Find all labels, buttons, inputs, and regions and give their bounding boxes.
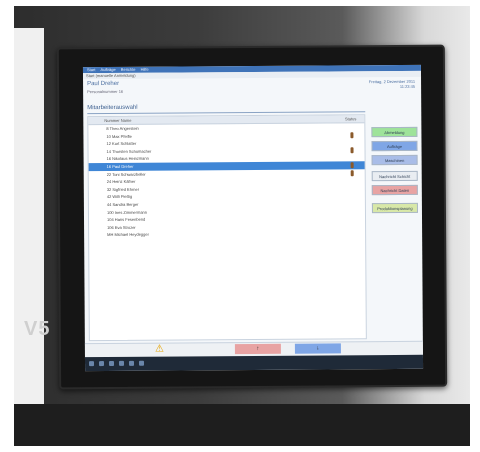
- employee-cell: 42 Willi Pießig: [106, 194, 133, 200]
- start-icon[interactable]: [89, 361, 95, 367]
- app-icon[interactable]: [109, 360, 115, 367]
- time: 11:23:45: [399, 83, 416, 89]
- down-button[interactable]: ↓: [294, 343, 341, 354]
- header-status[interactable]: Status: [345, 115, 356, 122]
- app-icon[interactable]: [129, 360, 135, 366]
- status-icon: [350, 169, 354, 176]
- table-body: 8 Theo Angerstein 10 Max Pfeifle 12 Kurt S…: [88, 123, 365, 239]
- floor-shadow: [14, 404, 470, 446]
- warning-icon[interactable]: ⚠: [155, 344, 164, 356]
- employee-cell: 10 Max Pfeifle: [106, 133, 132, 139]
- user-name: Paul Dreher: [87, 80, 120, 88]
- app-icon[interactable]: [99, 361, 105, 367]
- side-button[interactable]: Aufträge: [371, 140, 418, 152]
- side-button[interactable]: Abmeldung: [371, 126, 418, 138]
- left-panel: [14, 28, 44, 446]
- status-icon: [350, 147, 354, 154]
- employee-cell: 106 Eva Strozer: [107, 224, 136, 230]
- side-button[interactable]: Produktionsplanung: [371, 202, 418, 214]
- status-icon: [350, 162, 354, 169]
- section-title: Mitarbeiterauswahl: [87, 104, 138, 112]
- app-icon[interactable]: [119, 360, 125, 366]
- employee-cell: MH Michael Heydegger: [107, 232, 149, 238]
- user-number: Personalnummer 16: [87, 88, 124, 95]
- employee-table: Nummer Name Status 8 Theo Angerstein 10 M…: [87, 114, 367, 342]
- datetime: Freitag, 2 Dezember 2011 11:23:45: [369, 79, 415, 89]
- monitor: Start Aufträge Berichte Hilfe Start (man…: [56, 44, 448, 390]
- side-button[interactable]: Nachricht Schicht: [371, 170, 418, 182]
- up-button[interactable]: ↑: [234, 343, 281, 355]
- side-button[interactable]: Maschinen: [371, 154, 418, 166]
- app-icon[interactable]: [139, 360, 145, 366]
- table-row[interactable]: MH Michael Heydegger: [89, 230, 365, 240]
- screen: Start Aufträge Berichte Hilfe Start (man…: [82, 64, 424, 372]
- window-title: Start (manuelle Anmeldung): [82, 70, 422, 80]
- taskbar: [84, 354, 424, 372]
- employee-cell: 16 Paul Dreher: [106, 163, 134, 169]
- machine-label: V5: [24, 318, 51, 340]
- side-button[interactable]: Nachricht Daten: [371, 184, 418, 196]
- photo-scene: V5 Start Aufträge Berichte Hilfe Start (…: [0, 0, 480, 452]
- status-icon: [350, 131, 354, 138]
- header-name[interactable]: Nummer Name: [104, 117, 131, 124]
